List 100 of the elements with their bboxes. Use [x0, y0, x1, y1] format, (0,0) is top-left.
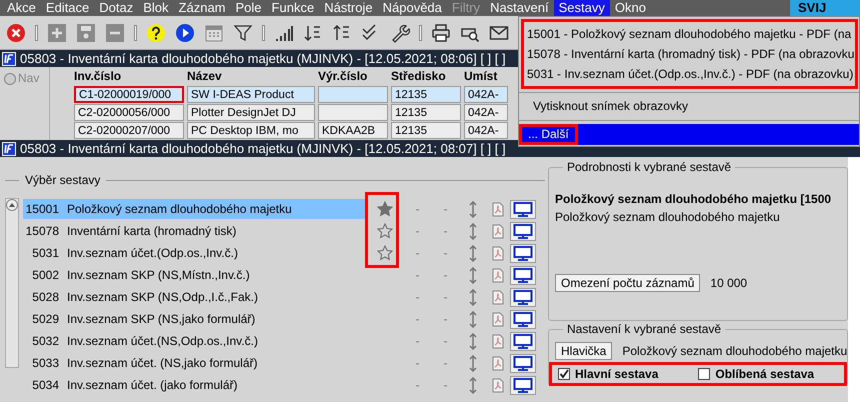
- calendar-icon[interactable]: [204, 22, 224, 42]
- table-cell[interactable]: 042A-: [464, 104, 508, 121]
- report-number[interactable]: 15001: [23, 199, 63, 219]
- report-number[interactable]: 5002: [23, 265, 63, 285]
- star-icon[interactable]: [377, 201, 393, 217]
- table-cell[interactable]: C1-02000019/000: [74, 86, 184, 103]
- table-cell[interactable]: C2-02000207/000: [74, 122, 184, 139]
- menu-item[interactable]: Pole: [230, 0, 267, 16]
- table-cell[interactable]: PC Desktop IBM, mo: [187, 122, 315, 139]
- menu-item[interactable]: Nástroje: [319, 0, 378, 16]
- pdf-icon[interactable]: [492, 202, 504, 216]
- screen-output-button[interactable]: [510, 310, 536, 328]
- plus-icon[interactable]: [47, 22, 67, 42]
- header-button[interactable]: Hlavička: [555, 342, 612, 360]
- table-cell[interactable]: 042A-: [464, 122, 508, 139]
- checkbox[interactable]: [698, 368, 710, 380]
- star-icon[interactable]: [377, 245, 393, 261]
- vertical-arrow-icon[interactable]: [469, 244, 477, 262]
- pdf-icon[interactable]: [492, 246, 504, 260]
- pdf-icon[interactable]: [492, 312, 504, 326]
- close-icon[interactable]: [6, 22, 26, 42]
- table-cell[interactable]: [318, 104, 388, 121]
- report-name[interactable]: Inv.seznam účet.(NS,Odp.os.,Inv.č.): [63, 331, 367, 351]
- table-cell[interactable]: SW I-DEAS Product: [187, 86, 315, 103]
- window-title: 05803 - Inventární karta dlouhodobého majetku (MJINVK) - [12.05.2021; 08:06] [ ] [ ]: [20, 51, 506, 66]
- vertical-arrow-icon[interactable]: [469, 376, 477, 394]
- table-cell[interactable]: [318, 86, 388, 103]
- table-cell[interactable]: KDKAA2B: [318, 122, 388, 139]
- pdf-icon[interactable]: [492, 290, 504, 304]
- scroll-up-icon[interactable]: [6, 199, 18, 211]
- play-icon[interactable]: [175, 22, 195, 42]
- screen-output-button[interactable]: [510, 376, 536, 394]
- menu-item[interactable]: Vytisknout snímek obrazovky: [527, 96, 694, 117]
- report-name[interactable]: Položkový seznam dlouhodobého majetku: [63, 199, 367, 219]
- report-number[interactable]: 5033: [23, 353, 63, 373]
- table-cell[interactable]: 12135: [391, 86, 461, 103]
- menu-item[interactable]: Nápověda: [378, 0, 447, 16]
- filter-icon[interactable]: [233, 22, 253, 42]
- checkbox[interactable]: [558, 368, 570, 380]
- pdf-icon[interactable]: [492, 224, 504, 238]
- table-cell[interactable]: Plotter DesignJet DJ: [187, 104, 315, 121]
- menu-item[interactable]: Funkce: [266, 0, 320, 16]
- nav-radio[interactable]: [4, 73, 16, 85]
- report-number[interactable]: 5032: [23, 331, 63, 351]
- menu-item[interactable]: Okno: [610, 0, 651, 16]
- screen-output-button[interactable]: [510, 332, 536, 350]
- table-cell[interactable]: C2-02000056/000: [74, 104, 184, 121]
- vertical-arrow-icon[interactable]: [469, 332, 477, 350]
- vertical-arrow-icon[interactable]: [469, 200, 477, 218]
- flag-text: -: [442, 356, 448, 370]
- printer-icon[interactable]: [431, 22, 451, 42]
- report-number[interactable]: 5034: [23, 375, 63, 395]
- report-name[interactable]: Inventární karta (hromadný tisk): [63, 221, 367, 241]
- report-name[interactable]: Inv.seznam účet.(Odp.os.,Inv.č.): [63, 243, 367, 263]
- report-number[interactable]: 5029: [23, 309, 63, 329]
- table-cell[interactable]: 12135: [391, 122, 461, 139]
- menu-item[interactable]: 15001 - Položkový seznam dlouhodobého majetku - PDF (na: [527, 24, 852, 44]
- screen-output-button[interactable]: [510, 288, 536, 306]
- report-name[interactable]: Inv.seznam účet. (NS,jako formulář): [63, 353, 367, 373]
- menu-item[interactable]: Záznam: [174, 0, 231, 16]
- table-cell[interactable]: 12135: [391, 104, 461, 121]
- vertical-arrow-icon[interactable]: [469, 266, 477, 284]
- wrench-icon[interactable]: [390, 22, 410, 42]
- menu-item[interactable]: Editace: [40, 0, 94, 16]
- pdf-icon[interactable]: [492, 378, 504, 392]
- vertical-arrow-icon[interactable]: [469, 310, 477, 328]
- vertical-arrow-icon[interactable]: [469, 222, 477, 240]
- menu-item[interactable]: 15078 - Inventární karta (hromadný tisk) - PDF (na obrazovku: [527, 44, 852, 64]
- report-number[interactable]: 5031: [23, 243, 63, 263]
- menu-item[interactable]: Blok: [138, 0, 174, 16]
- vertical-arrow-icon[interactable]: [469, 354, 477, 372]
- save-icon[interactable]: [76, 22, 96, 42]
- report-number[interactable]: 15078: [23, 221, 63, 241]
- vertical-arrow-icon[interactable]: [469, 288, 477, 306]
- help-icon[interactable]: [146, 22, 166, 42]
- menu-item[interactable]: Akce: [2, 0, 41, 16]
- screen-output-button[interactable]: [510, 244, 536, 262]
- pdf-icon[interactable]: [492, 356, 504, 370]
- report-name[interactable]: Inv.seznam SKP (NS,Místn.,Inv.č.): [63, 265, 367, 285]
- report-name[interactable]: Inv.seznam SKP (NS,Odp.,I.č.,Fak.): [63, 287, 367, 307]
- minus-icon[interactable]: [105, 22, 125, 42]
- star-icon[interactable]: [377, 223, 393, 239]
- sort-descending-icon[interactable]: [332, 22, 352, 42]
- screen-output-button[interactable]: [510, 200, 536, 218]
- menu-item[interactable]: Sestavy: [554, 0, 610, 16]
- report-number[interactable]: 5028: [23, 287, 63, 307]
- screen-output-button[interactable]: [510, 354, 536, 372]
- menu-item[interactable]: Dotaz: [94, 0, 138, 16]
- pdf-icon[interactable]: [492, 334, 504, 348]
- menu-item[interactable]: ... Další: [519, 124, 578, 145]
- table-cell[interactable]: 042A-: [464, 86, 508, 103]
- menu-item[interactable]: Nastavení: [485, 0, 554, 16]
- menu-item[interactable]: 5031 - Inv.seznam účet.(Odp.os.,Inv.č.) - PDF (na obrazovku): [527, 64, 852, 84]
- report-name[interactable]: Inv.seznam SKP (NS,jako formulář): [63, 309, 367, 329]
- screen-output-button[interactable]: [510, 266, 536, 284]
- record-limit-button[interactable]: Omezení počtu záznamů: [555, 274, 700, 292]
- report-name[interactable]: Inv.seznam účet. (jako formulář): [63, 375, 367, 395]
- pdf-icon[interactable]: [492, 268, 504, 282]
- scrollbar[interactable]: [5, 198, 19, 368]
- screen-output-button[interactable]: [510, 222, 536, 240]
